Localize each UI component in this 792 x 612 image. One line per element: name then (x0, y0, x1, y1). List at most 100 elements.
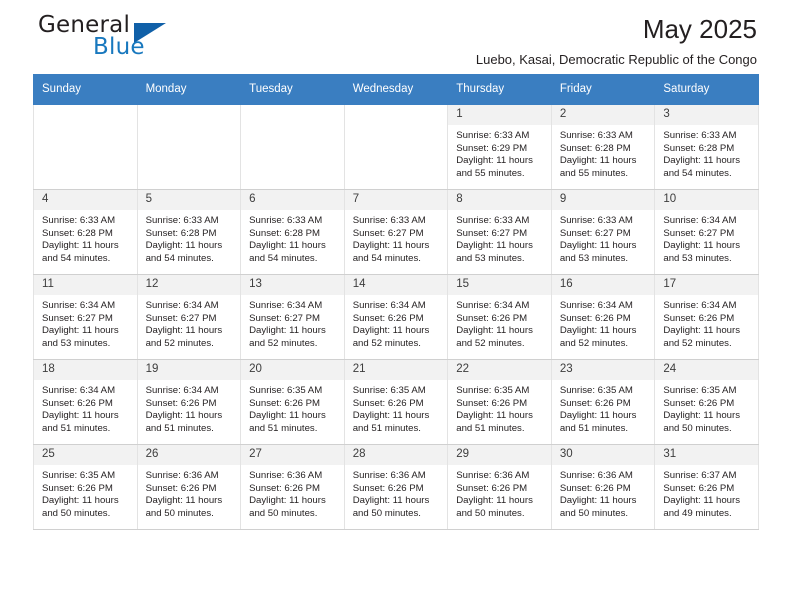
day-info-line: Daylight: 11 hours (249, 325, 326, 337)
day-info-line: Sunset: 6:26 PM (663, 397, 735, 409)
day-sun-info: Sunrise: 6:34 AM Sunset: 6:27 PM Daylight:… (138, 295, 241, 350)
day-info-line: and 53 minutes. (42, 337, 111, 349)
calendar-cell-empty (343, 103, 449, 190)
day-number: 10 (655, 190, 758, 210)
day-info-line: Sunrise: 6:36 AM (249, 470, 323, 481)
day-info-line: Daylight: 11 hours (559, 495, 637, 507)
day-info-line: and 50 minutes. (352, 507, 421, 519)
day-info-line: Sunset: 6:29 PM (456, 142, 528, 154)
calendar-day-cell[interactable]: 4 Sunrise: 6:33 AM Sunset: 6:28 PM Daylight… (33, 189, 138, 275)
day-info-line: Sunrise: 6:35 AM (456, 385, 530, 396)
day-info-line: Sunset: 6:26 PM (663, 312, 735, 324)
calendar-day-cell[interactable]: 29 Sunrise: 6:36 AM Sunset: 6:26 PM Dayligh… (447, 444, 552, 530)
day-info-line: Sunset: 6:27 PM (456, 227, 528, 239)
calendar-day-cell[interactable]: 14 Sunrise: 6:34 AM Sunset: 6:26 PM Dayligh… (343, 274, 449, 360)
calendar-day-cell[interactable]: 28 Sunrise: 6:36 AM Sunset: 6:26 PM Dayligh… (343, 444, 449, 530)
day-info-line: and 50 minutes. (42, 507, 111, 519)
page-header: General Blue May 2025 Luebo, Kasai, Demo… (33, 0, 759, 74)
day-info-line: and 54 minutes. (663, 167, 732, 179)
calendar-day-cell[interactable]: 31 Sunrise: 6:37 AM Sunset: 6:26 PM Dayligh… (654, 444, 759, 530)
day-info-line: Sunset: 6:27 PM (42, 312, 113, 324)
day-info-line: Daylight: 11 hours (249, 495, 326, 507)
calendar-day-cell[interactable]: 22 Sunrise: 6:35 AM Sunset: 6:26 PM Dayligh… (447, 359, 552, 445)
day-number: 15 (448, 275, 551, 295)
calendar-day-cell[interactable]: 19 Sunrise: 6:34 AM Sunset: 6:26 PM Dayligh… (136, 359, 242, 445)
day-info-line: Sunrise: 6:34 AM (249, 300, 323, 311)
calendar-day-cell[interactable]: 5 Sunrise: 6:33 AM Sunset: 6:28 PM Daylight… (136, 189, 242, 275)
day-sun-info: Sunrise: 6:37 AM Sunset: 6:26 PM Daylight:… (655, 465, 758, 520)
day-sun-info: Sunrise: 6:34 AM Sunset: 6:27 PM Daylight:… (34, 295, 137, 350)
calendar-day-cell[interactable]: 23 Sunrise: 6:35 AM Sunset: 6:26 PM Dayligh… (550, 359, 656, 445)
calendar-day-cell[interactable]: 15 Sunrise: 6:34 AM Sunset: 6:26 PM Dayligh… (447, 274, 552, 360)
day-number: 16 (551, 275, 655, 295)
day-info-line: Sunrise: 6:33 AM (663, 130, 737, 141)
day-info-line: Sunset: 6:26 PM (145, 482, 217, 494)
calendar-day-cell[interactable]: 25 Sunrise: 6:35 AM Sunset: 6:26 PM Dayligh… (33, 444, 138, 530)
day-info-line: and 55 minutes. (456, 167, 525, 179)
calendar-day-cell[interactable]: 11 Sunrise: 6:34 AM Sunset: 6:27 PM Dayligh… (33, 274, 138, 360)
day-info-line: and 51 minutes. (559, 422, 629, 434)
day-sun-info: Sunrise: 6:33 AM Sunset: 6:28 PM Daylight:… (241, 210, 344, 265)
day-info-line: Sunset: 6:26 PM (559, 482, 631, 494)
calendar-day-cell[interactable]: 21 Sunrise: 6:35 AM Sunset: 6:26 PM Dayligh… (343, 359, 449, 445)
calendar-day-cell[interactable]: 26 Sunrise: 6:36 AM Sunset: 6:26 PM Dayligh… (136, 444, 242, 530)
day-info-line: Sunset: 6:28 PM (42, 227, 113, 239)
day-info-line: Daylight: 11 hours (663, 495, 740, 507)
day-number: 4 (34, 190, 137, 210)
calendar-day-cell[interactable]: 13 Sunrise: 6:34 AM Sunset: 6:27 PM Dayligh… (240, 274, 345, 360)
day-info-line: Sunrise: 6:34 AM (663, 300, 737, 311)
day-info-line: Sunset: 6:26 PM (249, 397, 321, 409)
page-title: May 2025 (642, 14, 757, 44)
weekday-header-wednesday: Wednesday (343, 74, 449, 105)
day-info-line: Sunrise: 6:35 AM (559, 385, 633, 396)
calendar-week-row: 1 Sunrise: 6:33 AM Sunset: 6:29 PM Daylight… (33, 103, 759, 190)
calendar-day-cell[interactable]: 16 Sunrise: 6:34 AM Sunset: 6:26 PM Dayligh… (550, 274, 656, 360)
day-info-line: Sunrise: 6:33 AM (249, 215, 323, 226)
day-info-line: Sunset: 6:26 PM (352, 312, 424, 324)
day-info-line: Daylight: 11 hours (663, 155, 740, 167)
calendar-day-cell[interactable]: 10 Sunrise: 6:34 AM Sunset: 6:27 PM Dayligh… (654, 189, 759, 275)
sunrise-sunset-calendar-table: Sunday Monday Tuesday Wednesday Thursday… (33, 74, 759, 530)
day-info-line: Sunrise: 6:34 AM (456, 300, 530, 311)
calendar-day-cell[interactable]: 30 Sunrise: 6:36 AM Sunset: 6:26 PM Dayligh… (550, 444, 656, 530)
day-info-line: and 52 minutes. (559, 337, 629, 349)
calendar-day-cell[interactable]: 3 Sunrise: 6:33 AM Sunset: 6:28 PM Daylight… (654, 103, 759, 190)
calendar-week-row: 18 Sunrise: 6:34 AM Sunset: 6:26 PM Dayligh… (33, 359, 759, 445)
day-info-line: Sunrise: 6:34 AM (352, 300, 426, 311)
weekday-header-sunday: Sunday (33, 74, 138, 105)
calendar-day-cell[interactable]: 8 Sunrise: 6:33 AM Sunset: 6:27 PM Daylight… (447, 189, 552, 275)
day-info-line: Sunrise: 6:36 AM (352, 470, 426, 481)
calendar-header-row-group: Sunday Monday Tuesday Wednesday Thursday… (33, 74, 759, 105)
day-sun-info: Sunrise: 6:34 AM Sunset: 6:26 PM Daylight:… (345, 295, 448, 350)
calendar-day-cell[interactable]: 18 Sunrise: 6:34 AM Sunset: 6:26 PM Dayligh… (33, 359, 138, 445)
weekday-header-thursday: Thursday (447, 74, 552, 105)
day-sun-info: Sunrise: 6:33 AM Sunset: 6:27 PM Daylight:… (552, 210, 655, 265)
day-number: 21 (344, 360, 448, 380)
day-info-line: Daylight: 11 hours (663, 240, 740, 252)
calendar-day-cell[interactable]: 6 Sunrise: 6:33 AM Sunset: 6:28 PM Daylight… (240, 189, 345, 275)
day-info-line: Daylight: 11 hours (42, 240, 119, 252)
calendar-day-cell[interactable]: 9 Sunrise: 6:33 AM Sunset: 6:27 PM Daylight… (550, 189, 656, 275)
calendar-week-row: 11 Sunrise: 6:34 AM Sunset: 6:27 PM Dayligh… (33, 274, 759, 360)
calendar-day-cell[interactable]: 12 Sunrise: 6:34 AM Sunset: 6:27 PM Dayligh… (136, 274, 242, 360)
day-number: 1 (448, 105, 551, 125)
day-info-line: Daylight: 11 hours (456, 240, 533, 252)
day-number: 6 (241, 190, 344, 210)
day-info-line: and 53 minutes. (663, 252, 732, 264)
day-info-line: and 52 minutes. (663, 337, 732, 349)
general-blue-logo[interactable]: General Blue (38, 12, 228, 68)
day-number: 3 (655, 105, 758, 125)
calendar-day-cell[interactable]: 27 Sunrise: 6:36 AM Sunset: 6:26 PM Dayligh… (240, 444, 345, 530)
calendar-day-cell[interactable]: 20 Sunrise: 6:35 AM Sunset: 6:26 PM Dayligh… (240, 359, 345, 445)
day-info-line: and 52 minutes. (249, 337, 318, 349)
calendar-day-cell[interactable]: 1 Sunrise: 6:33 AM Sunset: 6:29 PM Daylight… (447, 103, 552, 190)
day-sun-info: Sunrise: 6:36 AM Sunset: 6:26 PM Daylight:… (138, 465, 241, 520)
calendar-day-cell[interactable]: 17 Sunrise: 6:34 AM Sunset: 6:26 PM Dayligh… (654, 274, 759, 360)
day-info-line: Sunrise: 6:35 AM (42, 470, 116, 481)
calendar-day-cell[interactable]: 2 Sunrise: 6:33 AM Sunset: 6:28 PM Daylight… (550, 103, 656, 190)
calendar-day-cell[interactable]: 7 Sunrise: 6:33 AM Sunset: 6:27 PM Daylight… (343, 189, 449, 275)
calendar-day-cell[interactable]: 24 Sunrise: 6:35 AM Sunset: 6:26 PM Dayligh… (654, 359, 759, 445)
day-number: 13 (241, 275, 344, 295)
day-sun-info: Sunrise: 6:33 AM Sunset: 6:27 PM Daylight:… (448, 210, 551, 265)
day-number: 24 (655, 360, 758, 380)
